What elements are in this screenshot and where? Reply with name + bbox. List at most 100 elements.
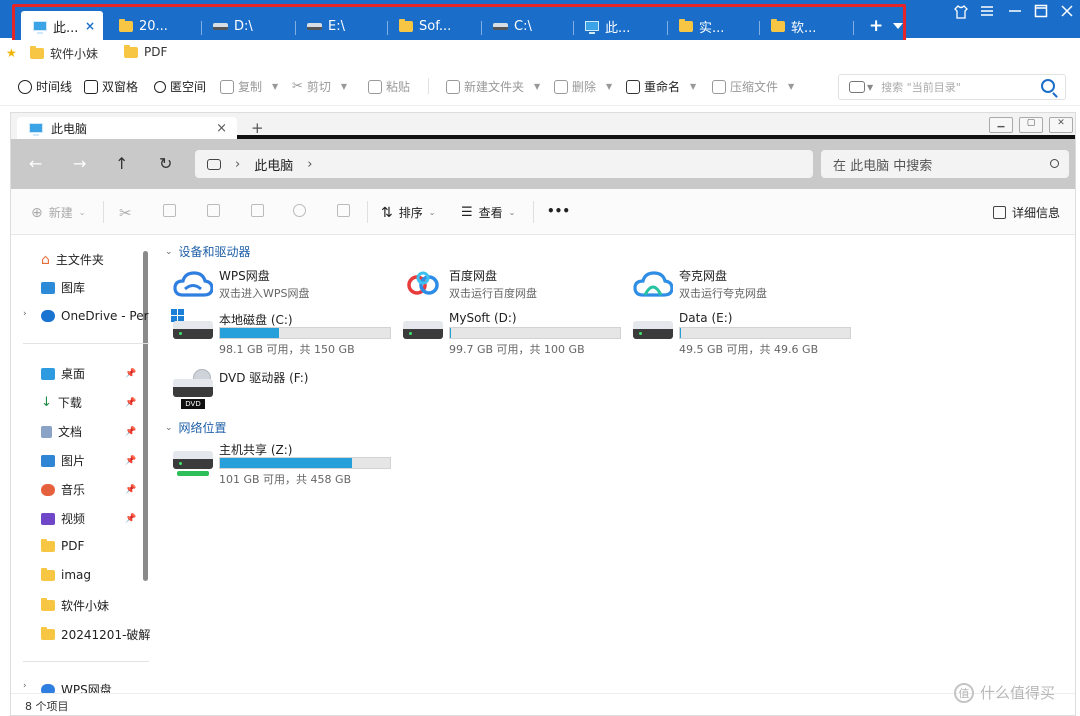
compress-button[interactable]: 压缩文件 ▼ (712, 78, 794, 95)
drive-item-c[interactable]: 本地磁盘 (C:) 98.1 GB 可用，共 150 GB (171, 309, 401, 356)
sidebar-item-gallery[interactable]: 图库 (41, 279, 85, 296)
sidebar-item-imag[interactable]: imag (41, 567, 91, 582)
sidebar-item-pdf[interactable]: PDF (41, 538, 84, 553)
chevron-right-icon[interactable]: › (23, 681, 27, 691)
search-icon[interactable] (1041, 79, 1055, 93)
dropdown-icon[interactable]: ▼ (867, 83, 873, 92)
cut-button[interactable]: ✂ 剪切 ▼ (292, 78, 347, 95)
close-icon[interactable]: × (85, 19, 95, 33)
maximize-icon[interactable] (1028, 4, 1054, 26)
blank-space-button[interactable]: 匿空间 (154, 78, 206, 95)
share-icon[interactable] (293, 204, 306, 217)
sidebar-item-software-girl[interactable]: 软件小妹 (41, 597, 109, 614)
address-bar: ← → ↑ ↻ › 此电脑 › 在 此电脑 中搜索 (11, 139, 1075, 189)
copy-button[interactable]: 复制 ▼ (220, 78, 278, 95)
explorer-tab[interactable]: 此电脑 × (17, 117, 237, 139)
minimize-icon[interactable]: ▁ (989, 117, 1013, 133)
dropdown-icon[interactable]: ▼ (272, 82, 278, 91)
copy-icon[interactable] (163, 204, 176, 217)
bookmark-item[interactable]: 软件小妹 (30, 45, 98, 62)
sidebar-item-download[interactable]: ↓ 下载 📌 (41, 394, 136, 411)
refresh-icon[interactable]: ↻ (159, 154, 172, 173)
add-tab-button[interactable]: + (869, 16, 883, 36)
top-tab-7[interactable]: 实... (667, 13, 724, 39)
menu-icon[interactable] (974, 4, 1000, 26)
sidebar-item-music[interactable]: 音乐 📌 (41, 481, 136, 498)
back-icon[interactable]: ← (29, 154, 42, 173)
new-button[interactable]: ⊕ 新建 ⌄ (31, 204, 85, 221)
pin-icon[interactable]: 📌 (125, 514, 136, 524)
pin-icon[interactable]: 📌 (125, 398, 136, 408)
top-tab-3[interactable]: E:\ (295, 13, 345, 39)
top-tab-4[interactable]: Sof... (387, 13, 451, 39)
cloud-item-wps[interactable]: WPS网盘 双击进入WPS网盘 (171, 267, 401, 311)
dropdown-icon[interactable]: ▼ (341, 82, 347, 91)
sidebar-item-20241201[interactable]: 20241201-破解 (41, 626, 150, 643)
rename-button[interactable]: 重命名 ▼ (626, 78, 696, 95)
sort-button[interactable]: ⇅ 排序 ⌄ (381, 204, 435, 221)
chevron-right-icon[interactable]: › (235, 157, 240, 172)
sidebar-item-home[interactable]: ⌂ 主文件夹 (41, 251, 104, 268)
dropdown-icon[interactable]: ▼ (606, 82, 612, 91)
pin-icon[interactable]: 📌 (125, 485, 136, 495)
top-tab-5[interactable]: C:\ (481, 13, 532, 39)
cloud-item-baidu[interactable]: 百度网盘 双击运行百度网盘 (401, 267, 631, 311)
new-folder-button[interactable]: 新建文件夹 ▼ (446, 78, 540, 95)
paste-icon[interactable] (207, 204, 220, 217)
monitor-icon (207, 158, 221, 170)
bookmark-item[interactable]: PDF (124, 44, 167, 59)
dropdown-icon[interactable]: ▼ (690, 82, 696, 91)
timeline-button[interactable]: 时间线 (18, 78, 72, 95)
drive-item-d[interactable]: MySoft (D:) 99.7 GB 可用，共 100 GB (401, 311, 631, 356)
sidebar-item-videos[interactable]: 视频 📌 (41, 510, 136, 527)
sidebar-item-onedrive[interactable]: OneDrive - Per (41, 309, 149, 323)
search-input[interactable]: 在 此电脑 中搜索 (821, 150, 1069, 178)
breadcrumb[interactable]: › 此电脑 › (195, 150, 813, 178)
pin-icon[interactable]: 📌 (125, 427, 136, 437)
search-icon[interactable] (1050, 159, 1059, 168)
cut-icon[interactable]: ✂ (119, 204, 132, 222)
group-header-devices[interactable]: ⌄ 设备和驱动器 (165, 243, 251, 260)
minimize-icon[interactable] (1002, 4, 1028, 26)
close-icon[interactable]: × (216, 121, 227, 136)
top-tab-6[interactable]: 此... (573, 13, 630, 39)
pin-icon[interactable]: 📌 (125, 369, 136, 379)
top-tab-1[interactable]: 20... (107, 13, 168, 39)
chevron-right-icon[interactable]: › (307, 157, 312, 172)
folder-scope-icon[interactable] (849, 81, 865, 93)
sidebar-scrollbar[interactable] (143, 251, 148, 581)
dropdown-icon[interactable]: ▼ (534, 82, 540, 91)
top-tab-2[interactable]: D:\ (201, 13, 253, 39)
skin-icon[interactable] (948, 4, 974, 26)
forward-icon[interactable]: → (73, 154, 86, 173)
tab-list-dropdown-icon[interactable] (893, 23, 903, 29)
close-window-icon[interactable] (1054, 4, 1080, 26)
drive-item-dvd[interactable]: DVD DVD 驱动器 (F:) (171, 369, 401, 413)
dropdown-icon[interactable]: ▼ (788, 82, 794, 91)
dual-pane-button[interactable]: 双窗格 (84, 78, 138, 95)
chevron-right-icon[interactable]: › (23, 309, 27, 319)
cloud-item-quark[interactable]: 夸克网盘 双击运行夸克网盘 (631, 267, 861, 311)
pin-icon[interactable]: 📌 (125, 456, 136, 466)
sidebar-item-pictures[interactable]: 图片 📌 (41, 452, 136, 469)
drive-item-z[interactable]: 主机共享 (Z:) 101 GB 可用，共 458 GB (171, 441, 401, 486)
delete-icon[interactable] (337, 204, 350, 217)
top-tab-0[interactable]: 此... × (21, 11, 103, 41)
group-header-network[interactable]: ⌄ 网络位置 (165, 419, 227, 436)
top-tab-8[interactable]: 软... (759, 13, 816, 39)
restore-icon[interactable]: ▢ (1019, 117, 1043, 133)
view-button[interactable]: ☰ 查看 ⌄ (461, 204, 515, 221)
close-window-icon[interactable]: ✕ (1049, 117, 1073, 133)
paste-button[interactable]: 粘贴 (368, 78, 410, 95)
global-search[interactable]: ▼ 搜索 "当前目录" (838, 74, 1066, 100)
usage-fill (220, 458, 353, 468)
sidebar-item-documents[interactable]: 文档 📌 (41, 423, 136, 440)
add-tab-button[interactable]: + (251, 119, 264, 137)
sidebar-item-desktop[interactable]: 桌面 📌 (41, 365, 136, 382)
rename-icon[interactable] (251, 204, 264, 217)
more-options-button[interactable]: ••• (547, 204, 570, 218)
up-icon[interactable]: ↑ (115, 154, 128, 173)
drive-item-e[interactable]: Data (E:) 49.5 GB 可用，共 49.6 GB (631, 311, 861, 356)
delete-button[interactable]: 删除 ▼ (554, 78, 612, 95)
details-button[interactable]: 详细信息 (993, 204, 1060, 221)
